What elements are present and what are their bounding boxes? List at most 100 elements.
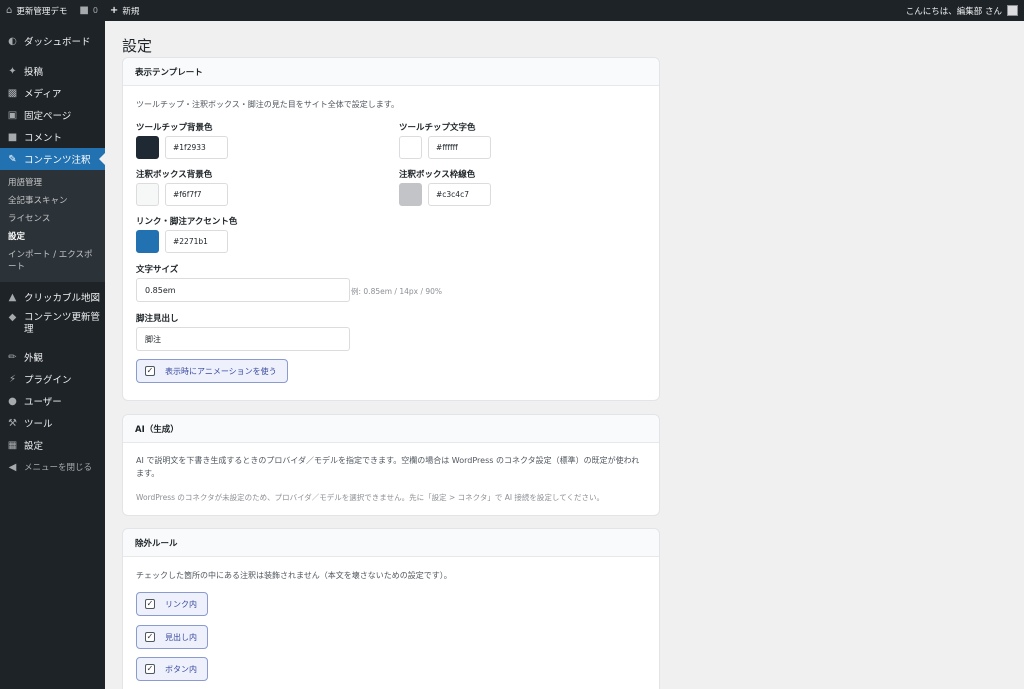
menu-pages[interactable]: ▣ 固定ページ bbox=[0, 104, 105, 126]
menu-appearance[interactable]: ✏ 外観 bbox=[0, 346, 105, 368]
menu-label: コンテンツ注釈 bbox=[24, 155, 91, 166]
accent-swatch[interactable] bbox=[136, 230, 159, 253]
ai-card: AI（生成） AI で説明文を下書き生成するときのプロバイダ／モデルを指定できま… bbox=[122, 414, 660, 516]
checkbox-check-icon: ✓ bbox=[145, 366, 155, 376]
exclude-links-checkbox[interactable]: ✓ リンク内 bbox=[136, 592, 208, 616]
ai-connector-note: WordPress のコネクタが未設定のため、プロバイダ／モデルを選択できません… bbox=[136, 493, 604, 502]
exclude-headings-checkbox[interactable]: ✓ 見出し内 bbox=[136, 625, 208, 649]
settings-icon: ▦ bbox=[7, 439, 18, 451]
card-description: ツールチップ・注釈ボックス・脚注の見た目をサイト全体で設定します。 bbox=[136, 100, 399, 109]
footnote-heading-input[interactable]: 脚注 bbox=[136, 327, 350, 351]
submenu-item-scan[interactable]: 全記事スキャン bbox=[0, 192, 105, 210]
submenu-item-import-export[interactable]: インポート / エクスポート bbox=[0, 246, 105, 276]
ai-description: AI で説明文を下書き生成するときのプロバイダ／モデルを指定できます。空欄の場合… bbox=[136, 456, 640, 478]
comments-link[interactable]: ■ 0 bbox=[79, 0, 98, 21]
box-border-label: 注釈ボックス枠線色 bbox=[399, 170, 476, 180]
dashboard-icon: ◐ bbox=[8, 35, 17, 47]
avatar bbox=[1007, 5, 1018, 16]
collapse-icon: ◀ bbox=[8, 461, 17, 473]
media-icon: ▩ bbox=[7, 87, 18, 99]
footnote-heading-label: 脚注見出し bbox=[136, 314, 179, 324]
menu-label: コンテンツ更新管理 bbox=[24, 312, 101, 335]
accent-label: リンク・脚注アクセント色 bbox=[136, 217, 238, 227]
new-content-link[interactable]: + 新規 bbox=[110, 0, 139, 21]
exclude-description: チェックした箇所の中にある注釈は装飾されません（本文を壊さないための設定です）。 bbox=[136, 571, 452, 580]
tooltip-text-swatch[interactable] bbox=[399, 136, 422, 159]
tag-icon: ◆ bbox=[8, 312, 17, 323]
submenu-item-terms[interactable]: 用語管理 bbox=[0, 174, 105, 192]
menu-comments[interactable]: ■ コメント bbox=[0, 126, 105, 148]
comments-count: 0 bbox=[92, 6, 98, 15]
menu-label: メディア bbox=[24, 89, 62, 100]
menu-posts[interactable]: ✦ 投稿 bbox=[0, 60, 105, 82]
tooltip-text-label: ツールチップ文字色 bbox=[399, 123, 476, 133]
menu-label: 固定ページ bbox=[24, 111, 72, 122]
template-card: 表示テンプレート ツールチップ・注釈ボックス・脚注の見た目をサイト全体で設定しま… bbox=[122, 57, 660, 401]
submenu-item-license[interactable]: ライセンス bbox=[0, 210, 105, 228]
comment-icon: ■ bbox=[79, 4, 89, 16]
comment-icon: ■ bbox=[7, 131, 18, 143]
menu-content-update[interactable]: ◆ コンテンツ更新管理 bbox=[0, 308, 105, 340]
menu-label: ツール bbox=[24, 419, 53, 430]
box-border-hex-input[interactable]: #c3c4c7 bbox=[428, 183, 491, 206]
font-size-label: 文字サイズ bbox=[136, 265, 179, 275]
home-icon: ⌂ bbox=[6, 4, 13, 16]
menu-media[interactable]: ▩ メディア bbox=[0, 82, 105, 104]
site-name-link[interactable]: ⌂ 更新管理デモ bbox=[6, 0, 67, 21]
wrench-icon: ⚒ bbox=[8, 417, 17, 429]
tooltip-bg-hex-input[interactable]: #1f2933 bbox=[165, 136, 228, 159]
box-border-swatch[interactable] bbox=[399, 183, 422, 206]
card-heading: 表示テンプレート bbox=[123, 58, 659, 86]
admin-sidebar: ◐ ダッシュボード ✦ 投稿 ▩ メディア ▣ 固定ページ ■ コメント ✎ コ… bbox=[0, 21, 105, 689]
site-name: 更新管理デモ bbox=[16, 6, 68, 17]
page-icon: ▣ bbox=[7, 109, 18, 121]
animation-checkbox[interactable]: ✓ 表示時にアニメーションを使う bbox=[136, 359, 288, 383]
menu-dashboard[interactable]: ◐ ダッシュボード bbox=[0, 30, 105, 52]
page-title: 設定 bbox=[122, 37, 153, 55]
greeting: こんにちは、編集部 さん bbox=[905, 6, 1002, 17]
box-bg-hex-input[interactable]: #f6f7f7 bbox=[165, 183, 228, 206]
box-bg-label: 注釈ボックス背景色 bbox=[136, 170, 213, 180]
menu-plugins[interactable]: ⚡ プラグイン bbox=[0, 368, 105, 390]
menu-label: メニューを閉じる bbox=[24, 463, 93, 473]
font-size-input[interactable]: 0.85em bbox=[136, 278, 350, 302]
option-label: 見出し内 bbox=[165, 632, 197, 642]
font-size-hint: 例: 0.85em / 14px / 90% bbox=[351, 287, 443, 296]
submenu: 用語管理 全記事スキャン ライセンス 設定 インポート / エクスポート bbox=[0, 170, 105, 282]
collapse-menu-button[interactable]: ◀ メニューを閉じる bbox=[0, 456, 105, 478]
plus-icon: + bbox=[109, 4, 119, 16]
checkbox-check-icon: ✓ bbox=[145, 599, 155, 609]
menu-label: クリッカブル地図 bbox=[24, 293, 101, 304]
card-heading: 除外ルール bbox=[123, 529, 659, 557]
exclude-card: 除外ルール チェックした箇所の中にある注釈は装飾されません（本文を壊さないための… bbox=[122, 528, 660, 689]
menu-label: ダッシュボード bbox=[24, 37, 91, 48]
menu-clickable-map[interactable]: ▲ クリッカブル地図 bbox=[0, 286, 105, 308]
tooltip-bg-swatch[interactable] bbox=[136, 136, 159, 159]
box-bg-swatch[interactable] bbox=[136, 183, 159, 206]
menu-label: コメント bbox=[24, 133, 63, 144]
pin-icon: ✦ bbox=[8, 65, 17, 77]
exclude-buttons-checkbox[interactable]: ✓ ボタン内 bbox=[136, 657, 208, 681]
menu-users[interactable]: ● ユーザー bbox=[0, 390, 105, 412]
submenu-item-settings[interactable]: 設定 bbox=[0, 228, 105, 246]
brush-icon: ✏ bbox=[8, 351, 17, 363]
menu-label: 投稿 bbox=[24, 67, 44, 78]
menu-label: 設定 bbox=[24, 441, 44, 452]
checkbox-check-icon: ✓ bbox=[145, 632, 155, 642]
animation-label: 表示時にアニメーションを使う bbox=[165, 366, 277, 376]
menu-content-annotations[interactable]: ✎ コンテンツ注釈 bbox=[0, 148, 105, 170]
tooltip-text-hex-input[interactable]: #ffffff bbox=[428, 136, 491, 159]
menu-label: ユーザー bbox=[24, 397, 62, 408]
menu-tools[interactable]: ⚒ ツール bbox=[0, 412, 105, 434]
my-account[interactable]: こんにちは、編集部 さん bbox=[906, 0, 1018, 21]
new-label: 新規 bbox=[122, 6, 140, 17]
accent-hex-input[interactable]: #2271b1 bbox=[165, 230, 228, 253]
menu-settings[interactable]: ▦ 設定 bbox=[0, 434, 105, 456]
option-label: ボタン内 bbox=[165, 664, 197, 674]
map-icon: ▲ bbox=[8, 291, 17, 303]
option-label: リンク内 bbox=[165, 599, 197, 609]
plugin-icon: ⚡ bbox=[8, 373, 17, 385]
menu-label: 外観 bbox=[24, 353, 44, 364]
tooltip-bg-label: ツールチップ背景色 bbox=[136, 123, 213, 133]
menu-label: プラグイン bbox=[24, 375, 72, 386]
